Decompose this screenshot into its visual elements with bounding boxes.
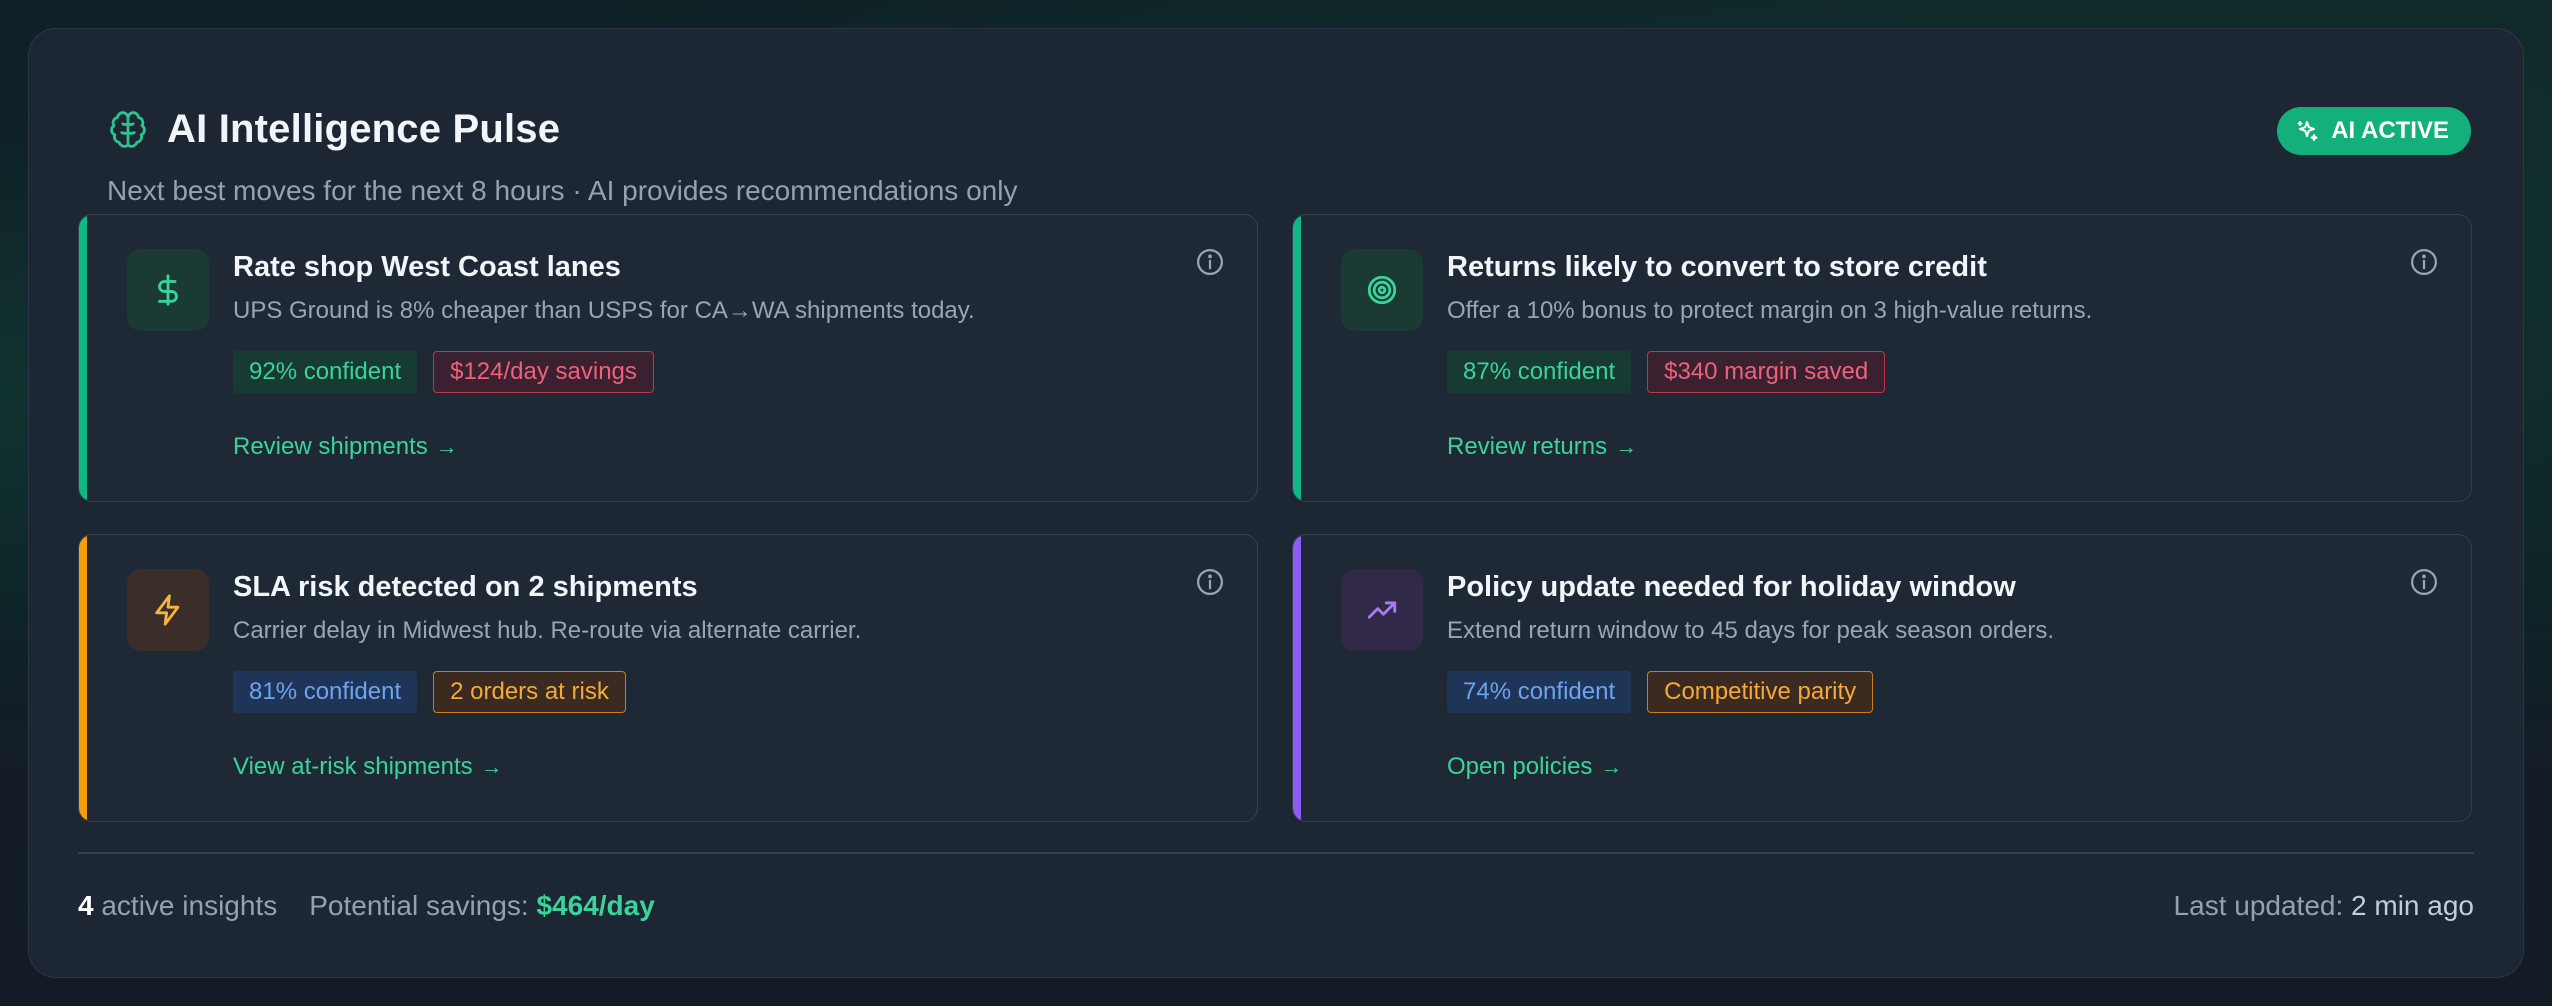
confidence-badge: 81% confident	[233, 671, 418, 713]
card-accent-bar	[1293, 215, 1301, 501]
info-icon[interactable]	[2409, 567, 2439, 597]
insight-card-rate-shop[interactable]: Rate shop West Coast lanes UPS Ground is…	[78, 214, 1258, 502]
link-label: Review shipments	[233, 433, 428, 460]
insights-count: 4	[78, 890, 94, 921]
impact-badge: $124/day savings	[433, 351, 654, 393]
last-updated: Last updated: 2 min ago	[2174, 890, 2474, 922]
active-insights-summary: 4 active insights	[78, 890, 277, 922]
panel-header: AI Intelligence Pulse	[107, 107, 560, 152]
card-description: UPS Ground is 8% cheaper than USPS for C…	[233, 297, 975, 324]
savings-value: $464/day	[536, 890, 655, 921]
savings-label: Potential savings:	[309, 890, 529, 921]
card-icon-box	[127, 569, 209, 651]
potential-savings-summary: Potential savings: $464/day	[309, 890, 655, 922]
impact-badge: $340 margin saved	[1647, 351, 1886, 393]
arrow-right-icon: →	[435, 434, 458, 459]
card-title: Policy update needed for holiday window	[1447, 571, 2016, 603]
open-policies-link[interactable]: Open policies →	[1447, 753, 1622, 781]
impact-badge: Competitive parity	[1647, 671, 1874, 713]
card-tags: 87% confident $340 margin saved	[1447, 351, 1886, 393]
insights-label: active insights	[101, 890, 278, 921]
confidence-badge: 74% confident	[1447, 671, 1632, 713]
confidence-badge: 92% confident	[233, 351, 418, 393]
card-tags: 74% confident Competitive parity	[1447, 671, 1874, 713]
info-icon[interactable]	[1195, 247, 1225, 277]
target-icon	[1367, 275, 1397, 305]
card-accent-bar	[79, 535, 87, 821]
brain-icon	[110, 110, 146, 148]
card-description: Offer a 10% bonus to protect margin on 3…	[1447, 297, 2093, 324]
page-subtitle: Next best moves for the next 8 hours · A…	[107, 175, 1018, 206]
card-icon-box	[127, 249, 209, 331]
arrow-right-icon: →	[1615, 434, 1638, 459]
card-description: Carrier delay in Midwest hub. Re-route v…	[233, 617, 862, 644]
card-accent-bar	[79, 215, 87, 501]
link-label: Open policies	[1447, 753, 1593, 780]
insight-card-policy-update[interactable]: Policy update needed for holiday window …	[1292, 534, 2472, 822]
footer-summary: 4 active insights Potential savings: $46…	[78, 890, 655, 922]
card-tags: 81% confident 2 orders at risk	[233, 671, 626, 713]
trending-up-icon	[1367, 601, 1397, 619]
card-accent-bar	[1293, 535, 1301, 821]
confidence-badge: 87% confident	[1447, 351, 1632, 393]
ai-active-label: AI ACTIVE	[2331, 117, 2449, 144]
info-icon[interactable]	[1195, 567, 1225, 597]
review-returns-link[interactable]: Review returns →	[1447, 433, 1637, 461]
card-icon-box	[1341, 569, 1423, 651]
arrow-right-icon: →	[480, 754, 503, 779]
updated-value: 2 min ago	[2351, 890, 2474, 921]
sparkle-icon	[2297, 121, 2318, 141]
insight-card-returns-credit[interactable]: Returns likely to convert to store credi…	[1292, 214, 2472, 502]
link-label: View at-risk shipments	[233, 753, 473, 780]
view-at-risk-shipments-link[interactable]: View at-risk shipments →	[233, 753, 503, 781]
footer-divider	[78, 852, 2474, 854]
card-tags: 92% confident $124/day savings	[233, 351, 654, 393]
arrow-right-icon: →	[1600, 754, 1623, 779]
impact-badge: 2 orders at risk	[433, 671, 626, 713]
card-title: SLA risk detected on 2 shipments	[233, 571, 698, 603]
insight-card-sla-risk[interactable]: SLA risk detected on 2 shipments Carrier…	[78, 534, 1258, 822]
info-icon[interactable]	[2409, 247, 2439, 277]
review-shipments-link[interactable]: Review shipments →	[233, 433, 458, 461]
dollar-icon	[158, 274, 178, 306]
ai-active-badge: AI ACTIVE	[2277, 107, 2471, 155]
card-icon-box	[1341, 249, 1423, 331]
card-description: Extend return window to 45 days for peak…	[1447, 617, 2055, 644]
card-title: Rate shop West Coast lanes	[233, 251, 621, 283]
ai-pulse-panel: AI Intelligence Pulse Next best moves fo…	[28, 28, 2524, 978]
card-title: Returns likely to convert to store credi…	[1447, 251, 1987, 283]
link-label: Review returns	[1447, 433, 1608, 460]
lightning-icon	[155, 594, 180, 626]
updated-label: Last updated:	[2173, 890, 2344, 921]
page-title: AI Intelligence Pulse	[167, 107, 561, 151]
